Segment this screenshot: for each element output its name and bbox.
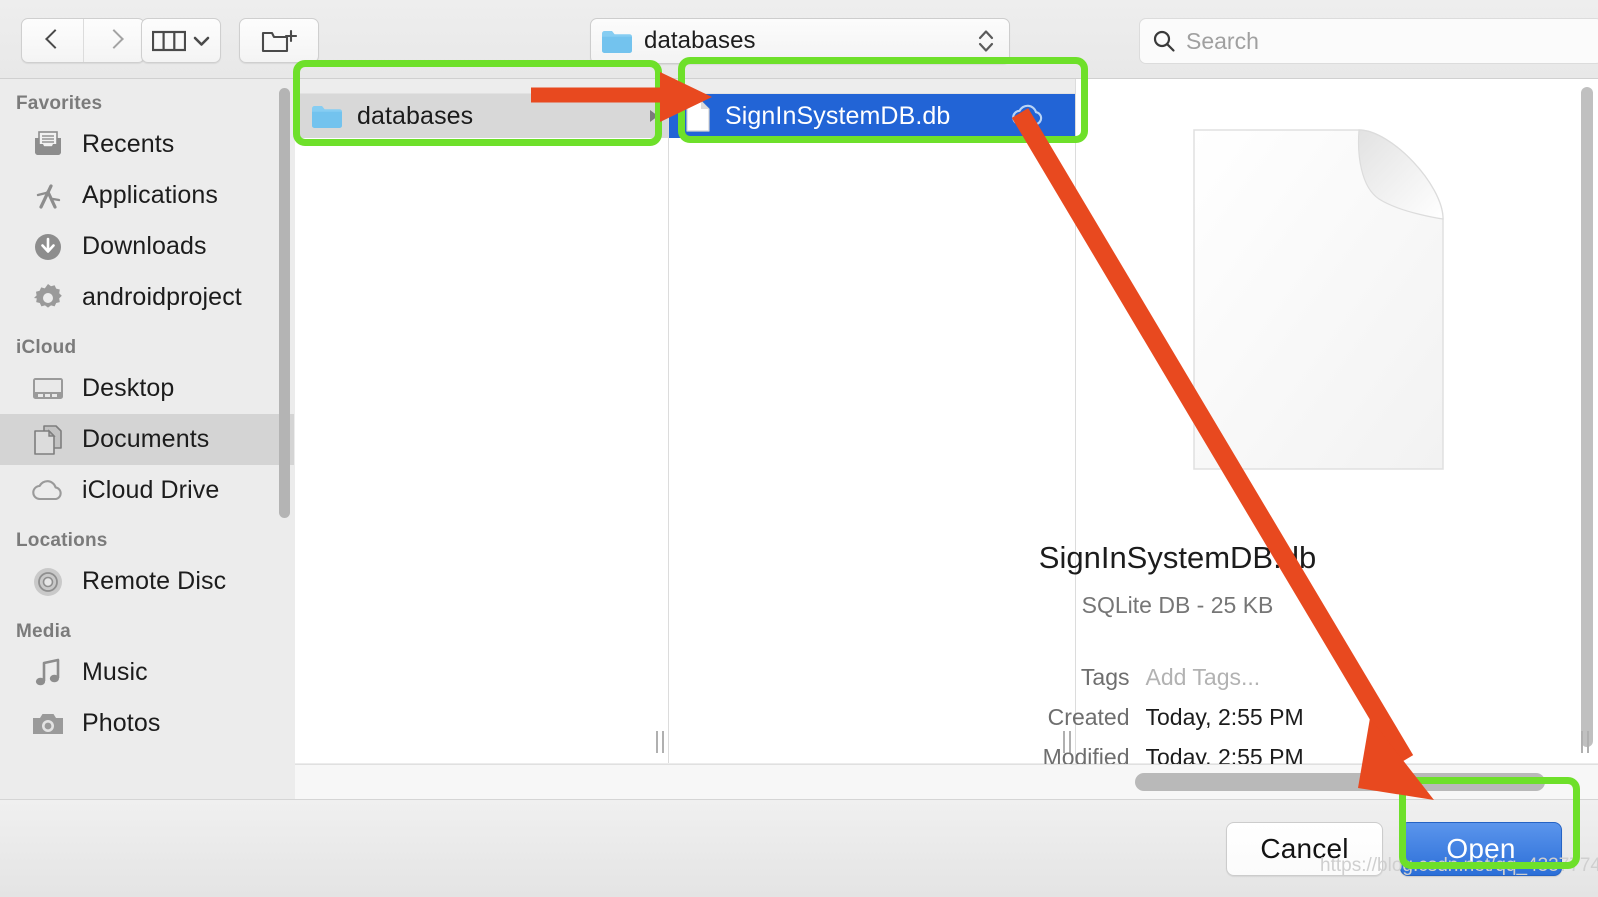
new-folder-button[interactable] <box>239 18 319 63</box>
metadata-key: Tags <box>950 662 1146 693</box>
folder-icon <box>311 104 343 129</box>
metadata-value: Today, 2:55 PM <box>1146 702 1396 733</box>
add-tags-field[interactable]: Add Tags... <box>1146 662 1396 693</box>
column-cap <box>669 79 1075 94</box>
music-note-icon <box>28 656 68 690</box>
blank-document-icon <box>1191 127 1446 472</box>
disclosure-arrow-icon <box>650 110 658 122</box>
up-down-chevron-icon <box>977 28 995 54</box>
downloads-icon <box>28 230 68 264</box>
sidebar-item-label: Remote Disc <box>82 567 226 596</box>
sidebar-item-label: Photos <box>82 709 160 738</box>
sidebar-item-label: Applications <box>82 181 218 210</box>
sidebar-item-remote-disc[interactable]: Remote Disc <box>0 556 294 607</box>
list-item[interactable]: databases <box>295 94 668 138</box>
column-browser: databases SignInSystemDB.db <box>295 79 1598 763</box>
document-icon <box>685 100 711 132</box>
sidebar-item-icloud-drive[interactable]: iCloud Drive <box>0 465 294 516</box>
sidebar-section-locations: Locations <box>0 516 294 556</box>
sidebar-item-desktop[interactable]: Desktop <box>0 363 294 414</box>
sidebar-item-label: Documents <box>82 425 209 454</box>
browser-column-1: databases <box>295 79 669 763</box>
sidebar-item-recents[interactable]: Recents <box>0 119 294 170</box>
sidebar-section-favorites: Favorites <box>0 79 294 119</box>
file-open-dialog: databases Search Favorites <box>0 0 1598 896</box>
search-icon <box>1152 29 1176 53</box>
sidebar-scrollbar[interactable] <box>279 88 290 518</box>
sidebar-item-label: Recents <box>82 130 174 159</box>
watermark: https://blog.csdn.net/qq_43377749 <box>1320 855 1598 877</box>
horizontal-scrollbar[interactable] <box>295 764 1598 800</box>
documents-icon <box>28 423 68 457</box>
view-mode-button[interactable] <box>141 18 221 63</box>
sidebar-item-label: Music <box>82 658 148 687</box>
sidebar-item-documents[interactable]: Documents <box>0 414 294 465</box>
folder-icon <box>601 29 633 54</box>
metadata-row: Created Today, 2:55 PM <box>781 702 1564 733</box>
sidebar-item-music[interactable]: Music <box>0 647 294 698</box>
column-view-icon <box>152 29 186 53</box>
chevron-right-icon <box>106 28 122 54</box>
sidebar-section-icloud: iCloud <box>0 323 294 363</box>
list-item-label: databases <box>357 102 650 131</box>
column-resize-grip[interactable] <box>1578 731 1592 753</box>
sidebar-item-label: androidproject <box>82 283 242 312</box>
sidebar: Favorites Recents <box>0 79 294 818</box>
camera-icon <box>28 707 68 741</box>
chevron-left-icon <box>44 28 60 54</box>
cloud-icon <box>28 474 68 508</box>
path-popup-button[interactable]: databases <box>590 18 1010 64</box>
chevron-down-icon <box>193 35 210 47</box>
list-item-label: SignInSystemDB.db <box>725 102 1009 131</box>
search-placeholder: Search <box>1186 28 1259 55</box>
scrollbar-thumb[interactable] <box>1135 773 1545 791</box>
sidebar-item-androidproject[interactable]: androidproject <box>0 272 294 323</box>
forward-button[interactable] <box>84 19 145 62</box>
recents-icon <box>28 128 68 162</box>
new-folder-icon <box>261 27 297 55</box>
browser-column-2: SignInSystemDB.db <box>669 79 1076 763</box>
sidebar-section-media: Media <box>0 607 294 647</box>
path-popup-label: databases <box>644 27 756 55</box>
navigation-segmented-control <box>21 18 145 63</box>
column-resize-grip[interactable] <box>653 731 667 753</box>
column-cap <box>1076 79 1598 93</box>
list-item[interactable]: SignInSystemDB.db <box>669 94 1075 138</box>
desktop-icon <box>28 372 68 406</box>
column-cap <box>295 79 668 94</box>
preview-filename: SignInSystemDB.db <box>781 540 1574 576</box>
sidebar-item-label: Downloads <box>82 232 207 261</box>
toolbar: databases Search <box>0 0 1598 79</box>
sidebar-item-label: iCloud Drive <box>82 476 219 505</box>
preview-subtitle: SQLite DB - 25 KB <box>781 592 1574 619</box>
search-field[interactable]: Search <box>1139 18 1598 64</box>
disc-icon <box>28 565 68 599</box>
sidebar-item-label: Desktop <box>82 374 174 403</box>
sidebar-item-photos[interactable]: Photos <box>0 698 294 749</box>
footer: Cancel Open <box>0 799 1598 897</box>
sidebar-item-downloads[interactable]: Downloads <box>0 221 294 272</box>
sidebar-item-applications[interactable]: Applications <box>0 170 294 221</box>
cloud-icon <box>1009 101 1051 131</box>
gear-icon <box>28 281 68 315</box>
metadata-row: Tags Add Tags... <box>781 662 1564 693</box>
metadata-key: Created <box>950 702 1146 733</box>
preview-scrollbar[interactable] <box>1581 87 1593 747</box>
back-button[interactable] <box>22 19 84 62</box>
applications-icon <box>28 179 68 213</box>
